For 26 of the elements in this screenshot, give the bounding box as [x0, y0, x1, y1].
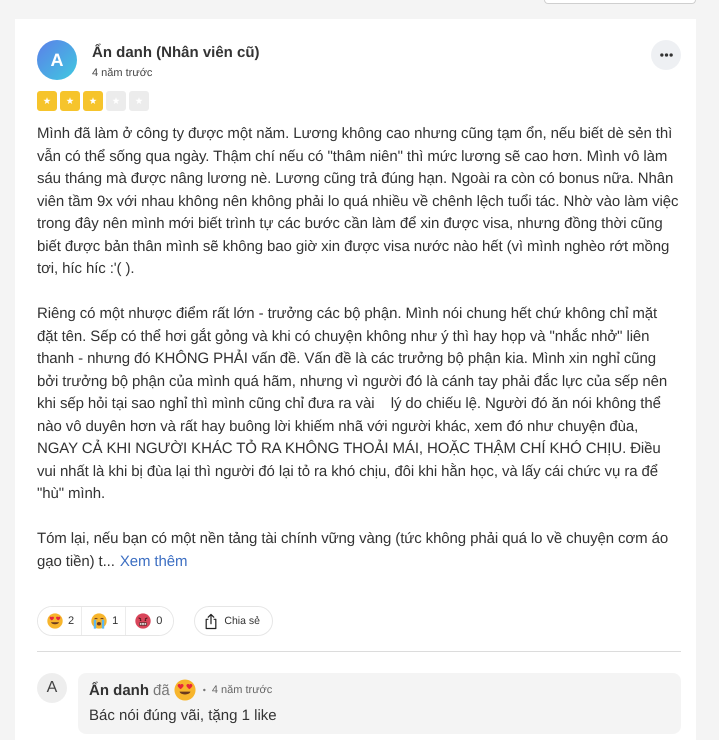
crying-face-icon — [91, 613, 108, 629]
heart-eyes-face-icon — [47, 613, 63, 629]
author-name: Ẩn danh (Nhân viên cũ) — [92, 43, 261, 63]
share-icon — [204, 612, 218, 630]
heart-eyes-face-icon — [174, 679, 196, 701]
angry-face-icon — [135, 613, 152, 629]
post-time: 4 năm trước — [92, 66, 154, 81]
review-paragraph: Tóm lại, nếu bạn có một nền tảng tài chính vững vàng (tức không phải quá lo về chuyện cơm áo gạo tiền) t... Xem thêm — [37, 529, 670, 572]
comment-text: Bác nói đúng vãi, tặng 1 like — [89, 706, 278, 726]
commenter-name: Ẩn danh — [89, 682, 149, 698]
see-more-link[interactable]: Xem thêm — [120, 552, 188, 570]
comment-time: 4 năm trước — [212, 684, 272, 696]
share-button[interactable]: Chia sẻ — [194, 606, 273, 636]
avatar: A — [37, 40, 77, 80]
avatar: A — [37, 673, 67, 703]
star-icon — [37, 91, 57, 111]
reaction-button[interactable]: 2 — [38, 607, 82, 635]
dropdown-field[interactable] — [544, 0, 696, 4]
separator-dot: • — [202, 685, 206, 695]
review-paragraph: Riêng có một nhược điểm rất lớn - trưởng các bộ phận. Mình nói chung hết chứ không chỉ mặt đặt tên. Sếp có thể hơi gắt gỏng và khi có chuyện không như ý thì hay họp và "nhắc nhở" liên thanh - nhưng đó KHÔNG PHẢI vấn đề. Vấn đề là các trưởng bộ phận kia. Mình xin nghỉ cũng bởi trưởng bộ phận của mình quá hãm, nhưng vì người đó là cánh tay phải đắc lực của sếp nên khi sếp hỏi tại sao nghỉ thì mình cũng chỉ đưa ra vài lý do chiếu lệ. Người đó ăn nói không thể nào vô duyên hơn và rất hay buông lời khiếm nhã với người khác, xem đó như chuyện đùa, NGAY CẢ KHI NGƯỜI KHÁC TỎ RA KHÔNG THOẢI MÁI, HOẶC THẬM CHÍ KHÓ CHỊU. Điều vui nhất là khi bị đùa lại thì người đó lại tỏ ra khó chịu, đôi khi hằn học, và lấy cái chức vụ ra để "hù" mình. — [37, 304, 668, 504]
star-icon — [60, 91, 80, 111]
review-paragraph: Mình đã làm ở công ty được một năm. Lương không cao nhưng cũng tạm ổn, nếu biết dè sẻn thì vẫn có thể sống qua ngày. Thậm chí nếu có "thâm niên" thì mức lương sẽ cao hơn. Mình vô làm sáu tháng mà được nâng lương nè. Lương cũng trả đúng hạn. Ngoài ra còn có bonus nữa. Nhân viên tầm 9x với nhau không nên không phải lo quá nhiều về chênh lệch tuổi tác. Nhờ vào làm việc trong đây nên mình mới biết trình tự các bước cần làm để xin được visa, nhưng đồng thời cũng biết được bản thân mình sẽ không bao giờ xin được visa nước nào hết (vì mình nghèo rớt mồng tơi, híc híc :'( ). — [37, 124, 680, 279]
more-button[interactable] — [651, 40, 681, 70]
star-icon — [83, 91, 103, 111]
more-options-icon — [660, 53, 672, 57]
reaction-label: đã — [153, 682, 170, 698]
